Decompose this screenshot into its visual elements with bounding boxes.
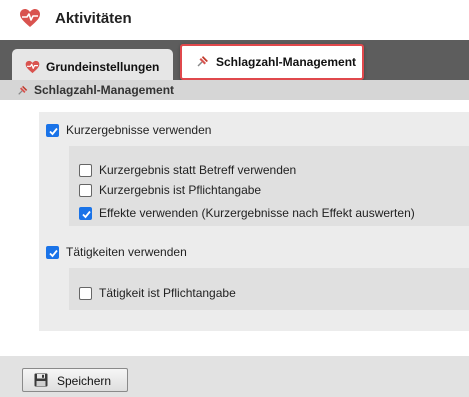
checkmark-icon xyxy=(82,210,91,218)
option-taetigkeiten[interactable]: Tätigkeiten verwenden xyxy=(46,244,187,260)
pushpin-icon xyxy=(18,85,28,95)
heart-pulse-icon xyxy=(20,9,40,27)
option-statt-betreff[interactable]: Kurzergebnis statt Betreff verwenden xyxy=(79,162,296,178)
tab-grundeinstellungen[interactable]: Grundeinstellungen xyxy=(12,49,173,80)
checkmark-icon xyxy=(49,249,58,257)
tab-label: Grundeinstellungen xyxy=(46,60,160,74)
checkbox-unchecked[interactable] xyxy=(79,163,92,177)
tab-bar: Grundeinstellungen Schlagzahl-Management xyxy=(0,40,469,80)
checkbox-unchecked[interactable] xyxy=(79,183,92,197)
option-label: Tätigkeiten verwenden xyxy=(66,245,187,259)
option-label: Kurzergebnisse verwenden xyxy=(66,123,212,137)
tab-schlagzahl-management[interactable]: Schlagzahl-Management xyxy=(180,44,364,80)
checkbox-checked[interactable] xyxy=(46,245,59,259)
checkbox-checked[interactable] xyxy=(46,123,59,137)
option-label: Effekte verwenden (Kurzergebnisse nach E… xyxy=(99,206,415,220)
section-title: Schlagzahl-Management xyxy=(34,83,175,97)
checkmark-icon xyxy=(49,127,58,135)
option-label: Tätigkeit ist Pflichtangabe xyxy=(99,286,236,300)
save-button-label: Speichern xyxy=(57,374,112,388)
option-kurzergebnisse[interactable]: Kurzergebnisse verwenden xyxy=(46,122,211,138)
app-header: Aktivitäten xyxy=(0,0,469,40)
checkbox-checked[interactable] xyxy=(79,206,92,220)
section-header: Schlagzahl-Management xyxy=(0,80,469,100)
option-label: Kurzergebnis statt Betreff verwenden xyxy=(99,163,297,177)
option-taetigkeit-pflicht[interactable]: Tätigkeit ist Pflichtangabe xyxy=(79,285,236,301)
heart-pulse-icon xyxy=(25,60,40,74)
option-label: Kurzergebnis ist Pflichtangabe xyxy=(99,183,262,197)
floppy-disk-icon xyxy=(34,373,48,387)
tab-label: Schlagzahl-Management xyxy=(216,55,357,69)
pushpin-icon xyxy=(197,56,208,67)
option-effekte[interactable]: Effekte verwenden (Kurzergebnisse nach E… xyxy=(79,205,415,221)
option-pflichtangabe[interactable]: Kurzergebnis ist Pflichtangabe xyxy=(79,182,261,198)
settings-content: Kurzergebnisse verwenden Kurzergebnis st… xyxy=(0,100,469,397)
checkbox-unchecked[interactable] xyxy=(79,286,92,300)
page-title: Aktivitäten xyxy=(55,10,132,27)
save-button[interactable]: Speichern xyxy=(22,368,128,392)
